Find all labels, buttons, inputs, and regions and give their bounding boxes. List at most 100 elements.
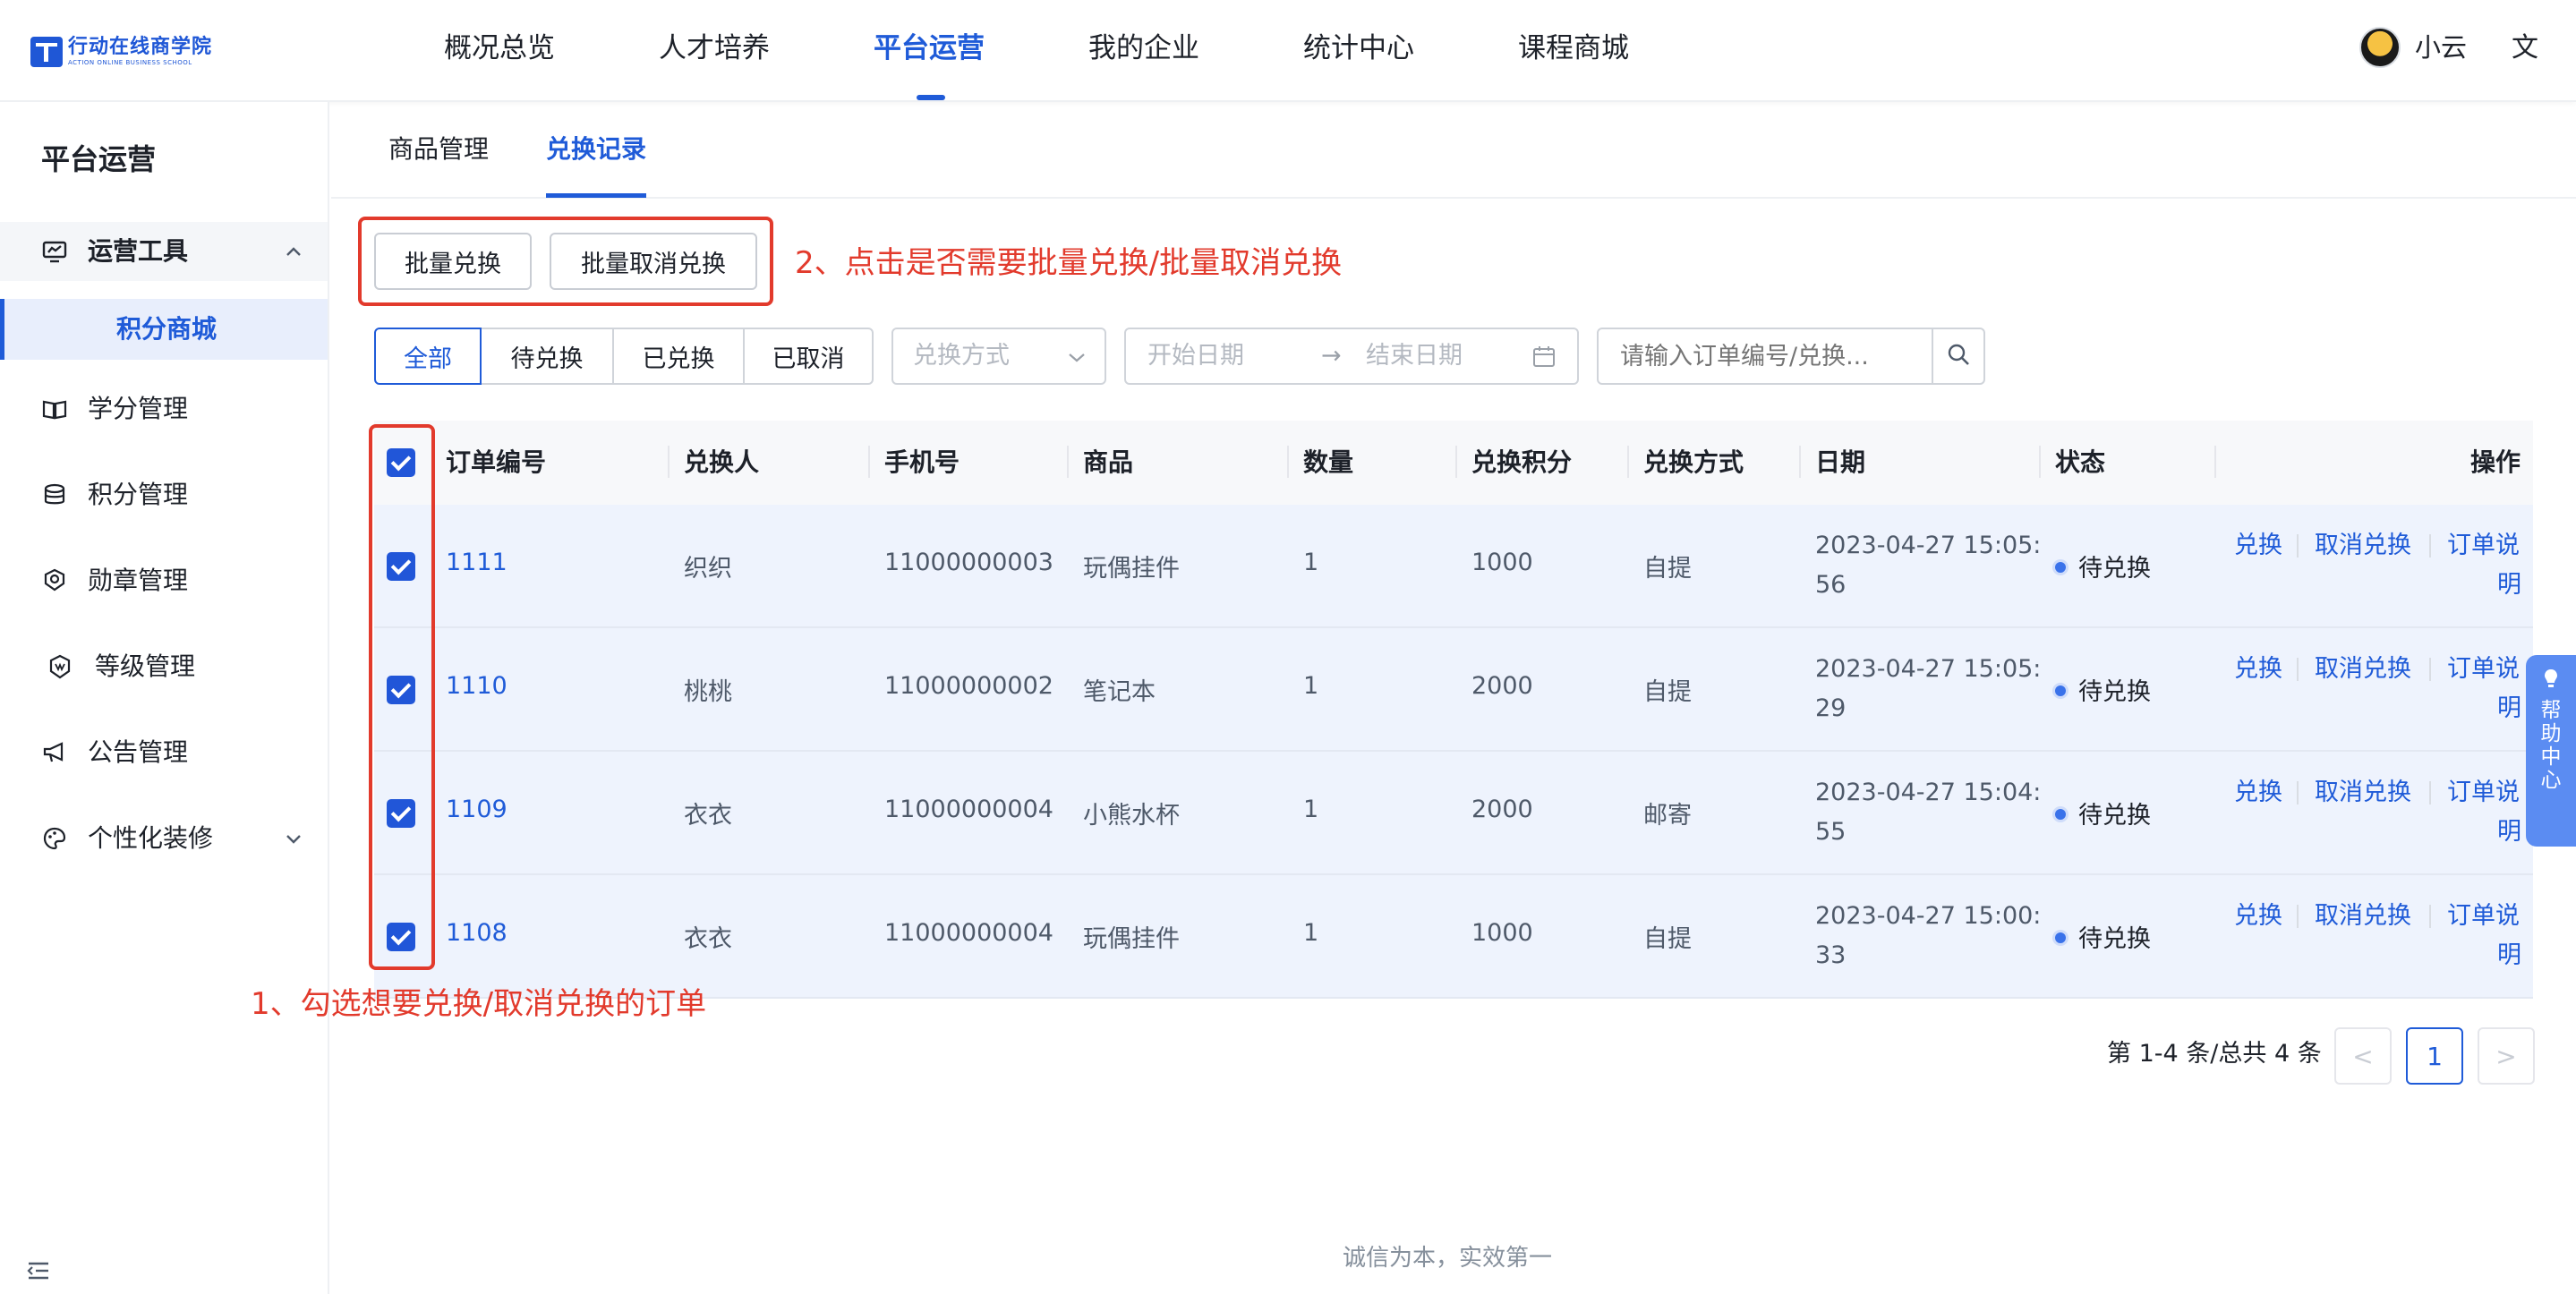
order-note-link[interactable]: 订单说 [2447, 897, 2520, 936]
col-actions: 操作 [2470, 447, 2521, 477]
next-page-button[interactable]: > [2478, 1027, 2535, 1085]
order-note-link-cont[interactable]: 明 [2497, 689, 2521, 728]
col-status: 状态 [2055, 447, 2106, 477]
search-button[interactable] [1932, 328, 1985, 385]
redeem-link[interactable]: 兑换 [2234, 773, 2282, 813]
filter-cancelled[interactable]: 已取消 [743, 328, 874, 385]
phone: 11000000003 [884, 549, 1053, 576]
cancel-redeem-link[interactable]: 取消兑换 [2315, 773, 2411, 813]
cancel-redeem-link[interactable]: 取消兑换 [2315, 650, 2411, 689]
order-note-link-cont[interactable]: 明 [2497, 936, 2521, 975]
date-line1: 2023-04-27 15:05: [1815, 655, 2042, 683]
table-row: 1110 桃桃 11000000002 笔记本 1 2000 自提 2023-0… [374, 628, 2533, 752]
logo-mark-icon [30, 37, 63, 67]
start-date-placeholder: 开始日期 [1147, 342, 1244, 370]
date-line1: 2023-04-27 15:04: [1815, 779, 2042, 806]
sidebar-item-announcements[interactable]: 公告管理 [0, 723, 328, 782]
date-line2: 55 [1815, 818, 1847, 846]
order-note-link[interactable]: 订单说 [2447, 650, 2520, 689]
status-text: 待兑换 [2078, 678, 2151, 706]
database-icon [41, 481, 68, 508]
redeem-method-select[interactable]: 兑换方式 [891, 328, 1106, 385]
redeemer: 衣衣 [684, 802, 732, 830]
quantity: 1 [1303, 796, 1319, 823]
translate-icon[interactable]: 文 [2512, 30, 2538, 66]
nav-item-statistics[interactable]: 统计中心 [1303, 27, 1414, 70]
redeem-link[interactable]: 兑换 [2234, 650, 2282, 689]
order-note-link-cont[interactable]: 明 [2497, 566, 2521, 605]
order-note-link[interactable]: 订单说 [2447, 773, 2520, 813]
user-name[interactable]: 小云 [2415, 29, 2467, 66]
user-avatar[interactable] [2359, 27, 2401, 68]
nav-item-course-mall[interactable]: 课程商城 [1518, 27, 1629, 70]
annotation-step1: 1、勾选想要兑换/取消兑换的订单 [251, 986, 707, 1022]
sidebar-item-levels[interactable]: 等级管理 [0, 637, 328, 696]
page-number-button[interactable]: 1 [2406, 1027, 2463, 1085]
annotation-step2: 2、点击是否需要批量兑换/批量取消兑换 [795, 245, 1343, 281]
redeem-link[interactable]: 兑换 [2234, 526, 2282, 566]
order-number-link[interactable]: 1110 [446, 672, 508, 700]
filter-redeemed[interactable]: 已兑换 [612, 328, 745, 385]
tab-active-indicator [546, 193, 646, 198]
monitor-chart-icon [41, 238, 68, 265]
date-line2: 29 [1815, 694, 1847, 722]
sidebar-item-points-mall[interactable]: 积分商城 [0, 299, 328, 360]
order-number-link[interactable]: 1108 [446, 919, 508, 947]
top-navigation-bar: 行动在线商学院 ACTION ONLINE BUSINESS SCHOOL 概况… [0, 0, 2576, 102]
cancel-redeem-link[interactable]: 取消兑换 [2315, 897, 2411, 936]
redeem-method: 自提 [1643, 555, 1692, 583]
status-dot [2055, 685, 2066, 696]
tab-redemption-records[interactable]: 兑换记录 [546, 131, 646, 168]
sidebar-item-credits[interactable]: 学分管理 [0, 379, 328, 438]
sidebar-group-ops-tools[interactable]: 运营工具 [0, 222, 328, 281]
order-note-link-cont[interactable]: 明 [2497, 813, 2521, 852]
sidebar-item-label: 勋章管理 [88, 566, 189, 595]
brand-logo[interactable]: 行动在线商学院 ACTION ONLINE BUSINESS SCHOOL [30, 34, 212, 70]
phone: 11000000004 [884, 919, 1053, 947]
nav-item-overview[interactable]: 概况总览 [444, 27, 555, 70]
status-text: 待兑换 [2078, 925, 2151, 953]
nav-item-talent[interactable]: 人才培养 [659, 27, 770, 70]
quantity: 1 [1303, 919, 1319, 947]
palette-icon [41, 825, 68, 852]
nav-item-my-company[interactable]: 我的企业 [1088, 27, 1199, 70]
cancel-redeem-link[interactable]: 取消兑换 [2315, 526, 2411, 566]
sidebar-item-customization[interactable]: 个性化装修 [0, 809, 328, 868]
sidebar-item-label: 个性化装修 [88, 823, 214, 853]
date-range-picker[interactable]: 开始日期 → 结束日期 [1124, 328, 1579, 385]
filter-pending[interactable]: 待兑换 [480, 328, 614, 385]
sidebar-item-label: 积分商城 [116, 314, 218, 344]
help-center-label: 帮助中心 [2540, 699, 2562, 792]
status-dot [2055, 562, 2066, 573]
nav-active-indicator [917, 95, 945, 100]
col-redeemer: 兑换人 [684, 447, 760, 477]
collapse-sidebar-icon[interactable] [27, 1260, 50, 1287]
order-number-link[interactable]: 1109 [446, 796, 508, 823]
logo-name-en: ACTION ONLINE BUSINESS SCHOOL [68, 59, 192, 66]
product: 玩偶挂件 [1083, 555, 1180, 583]
sidebar-item-points[interactable]: 积分管理 [0, 465, 328, 524]
help-center-button[interactable]: 帮助中心 [2526, 655, 2576, 847]
date-line1: 2023-04-27 15:05: [1815, 532, 2042, 559]
level-badge-icon [47, 653, 73, 680]
order-number-link[interactable]: 1111 [446, 549, 508, 576]
nav-item-platform-ops[interactable]: 平台运营 [874, 27, 985, 70]
date-line2: 33 [1815, 941, 1847, 969]
prev-page-button[interactable]: < [2334, 1027, 2392, 1085]
table-row: 1109 衣衣 11000000004 小熊水杯 1 2000 邮寄 2023-… [374, 752, 2533, 875]
end-date-placeholder: 结束日期 [1366, 342, 1463, 370]
tab-product-management[interactable]: 商品管理 [388, 131, 489, 168]
quantity: 1 [1303, 549, 1319, 576]
order-search-input[interactable] [1597, 328, 1933, 385]
arrow-right-icon: → [1321, 342, 1342, 370]
redeem-method: 邮寄 [1643, 802, 1692, 830]
order-note-link[interactable]: 订单说 [2447, 526, 2520, 566]
redeemer: 织织 [684, 555, 732, 583]
filter-all[interactable]: 全部 [374, 328, 482, 385]
redeem-method-placeholder: 兑换方式 [913, 342, 1010, 370]
redeem-link[interactable]: 兑换 [2234, 897, 2282, 936]
redeem-method: 自提 [1643, 678, 1692, 706]
table-row: 1111 织织 11000000003 玩偶挂件 1 1000 自提 2023-… [374, 505, 2533, 628]
quantity: 1 [1303, 672, 1319, 700]
sidebar-item-medals[interactable]: 勋章管理 [0, 551, 328, 610]
